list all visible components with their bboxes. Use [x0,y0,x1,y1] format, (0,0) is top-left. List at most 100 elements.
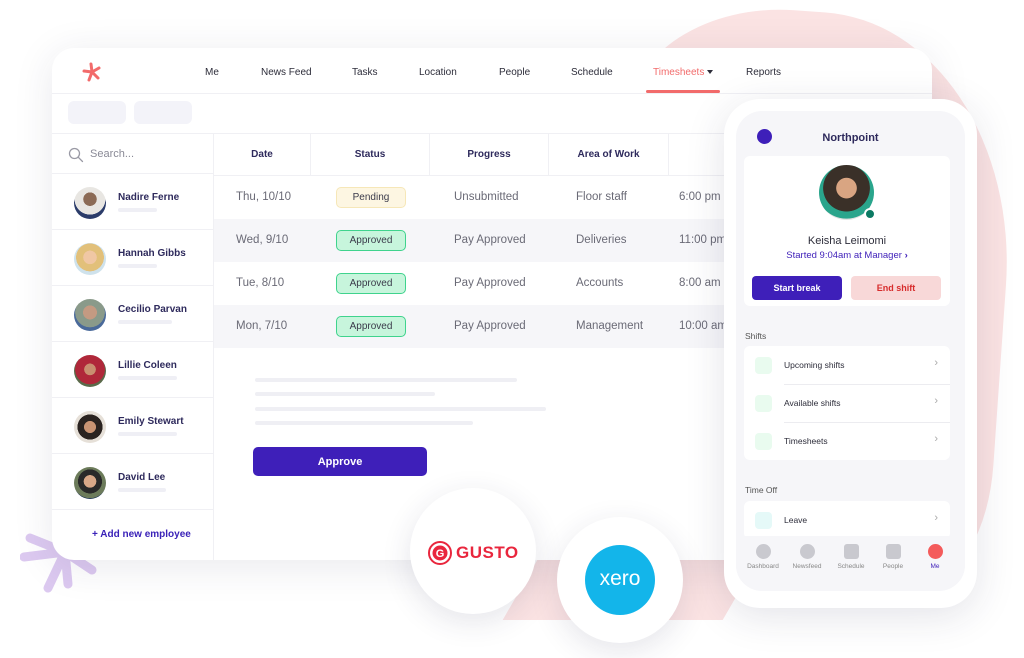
employee-list-item[interactable]: David Lee [52,454,214,510]
avatar [74,411,106,443]
tab-label: Me [930,563,940,570]
shift-started-link[interactable]: Started 9:04am at Manager › [744,250,950,261]
area-cell: Deliveries [576,234,627,246]
end-shift-button[interactable]: End shift [851,276,941,300]
start-break-button[interactable]: Start break [752,276,842,300]
time-off-section-title: Time Off [745,485,778,495]
chevron-right-icon: › [934,395,938,407]
employee-list-item[interactable]: Nadire Ferne [52,174,214,230]
xero-logo: xero [585,545,655,615]
column-header-area[interactable]: Area of Work [549,134,669,176]
filter-pill[interactable] [134,101,192,124]
newsfeed-icon [799,544,815,559]
placeholder-line [255,421,473,425]
placeholder-bar [118,264,157,268]
shift-icon [755,357,772,374]
nav-location[interactable]: Location [419,67,457,78]
nav-news-feed[interactable]: News Feed [261,67,312,78]
gusto-logo: G GUSTO [428,541,519,565]
progress-cell: Pay Approved [454,320,526,332]
placeholder-line [255,378,517,382]
list-item-label: Available shifts [784,398,841,408]
nav-timesheets[interactable]: Timesheets [653,67,714,78]
svg-text:G: G [436,548,445,560]
tab-me[interactable]: Me [913,544,957,570]
nav-schedule[interactable]: Schedule [571,67,613,78]
shift-status-card: Keisha Leimomi Started 9:04am at Manager… [744,156,950,306]
approve-button[interactable]: Approve [253,447,427,476]
column-header-status[interactable]: Status [311,134,430,176]
employee-name: Cecilio Parvan [118,304,187,315]
area-cell: Floor staff [576,191,627,203]
schedule-icon [843,544,859,559]
time-cell: 10:00 am [679,320,727,332]
tab-dashboard[interactable]: Dashboard [741,544,785,570]
list-item-timesheets[interactable]: Timesheets › [744,422,950,460]
shift-started-text: Started 9:04am at Manager [786,250,902,261]
dashboard-icon [755,544,771,559]
employee-list-item[interactable]: Cecilio Parvan [52,286,214,342]
date-cell: Wed, 9/10 [236,234,289,246]
me-icon [927,544,943,559]
employee-list-item[interactable]: Lillie Coleen [52,342,214,398]
filter-pill[interactable] [68,101,126,124]
tab-label: People [882,563,904,570]
shifts-section-title: Shifts [745,331,767,341]
tab-schedule[interactable]: Schedule [829,544,873,570]
column-header-progress[interactable]: Progress [430,134,549,176]
column-header-date[interactable]: Date [214,134,311,176]
stage: Me News Feed Tasks Location People Sched… [0,0,1024,658]
tab-newsfeed[interactable]: Newsfeed [785,544,829,570]
search-input[interactable] [90,146,200,162]
placeholder-bar [118,432,177,436]
avatar [74,467,106,499]
employee-name: Hannah Gibbs [118,248,186,259]
employee-list-item[interactable]: Hannah Gibbs [52,230,214,286]
time-cell: 6:00 pm [679,191,721,203]
app-logo-icon[interactable] [82,62,102,82]
employee-list-item[interactable]: Emily Stewart [52,398,214,454]
search-box [52,134,214,174]
location-title: Northpoint [822,132,879,144]
gusto-g-icon: G [428,541,452,565]
gusto-integration: G GUSTO [410,488,536,614]
tab-label: Dashboard [747,563,779,570]
shifts-list: Upcoming shifts › Available shifts › Tim… [744,346,950,460]
placeholder-bar [118,320,172,324]
online-status-dot [864,208,876,220]
nav-people[interactable]: People [499,67,530,78]
tab-people[interactable]: People [871,544,915,570]
user-name: Keisha Leimomi [807,235,887,247]
list-item-upcoming-shifts[interactable]: Upcoming shifts › [744,346,950,384]
progress-cell: Pay Approved [454,234,526,246]
list-item-available-shifts[interactable]: Available shifts › [744,384,950,422]
employee-name: Lillie Coleen [118,360,177,371]
time-off-list: Leave › [744,501,950,539]
time-cell: 8:00 am [679,277,721,289]
avatar [74,187,106,219]
gusto-wordmark: GUSTO [456,543,519,562]
list-item-label: Upcoming shifts [784,360,845,370]
list-item-label: Timesheets [784,436,828,446]
nav-me[interactable]: Me [205,67,219,78]
nav-tasks[interactable]: Tasks [352,67,378,78]
nav-reports[interactable]: Reports [746,67,781,78]
area-cell: Management [576,320,644,332]
progress-cell: Pay Approved [454,277,526,289]
date-cell: Mon, 7/10 [236,320,288,332]
employee-name: David Lee [118,472,166,483]
tab-label: Schedule [837,563,865,570]
status-badge: Approved [336,316,406,337]
list-item-leave[interactable]: Leave › [744,501,950,539]
phone-screen: Northpoint Keisha Leimomi Started 9:04am… [736,111,965,591]
xero-integration: xero [557,517,683,643]
add-new-employee-link[interactable]: + Add new employee [92,529,191,540]
chevron-right-icon: › [934,512,938,524]
date-cell: Tue, 8/10 [236,277,285,289]
nav-timesheets-label: Timesheets [653,67,705,78]
employee-name: Nadire Ferne [118,192,180,203]
tab-label: Newsfeed [792,563,822,570]
status-badge: Pending [336,187,406,208]
avatar [74,243,106,275]
avatar [74,355,106,387]
